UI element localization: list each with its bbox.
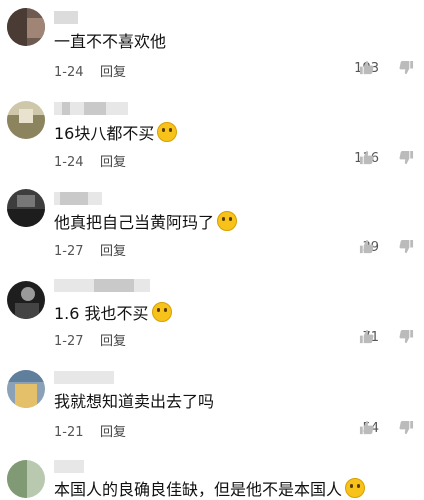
thumbs-down-icon[interactable] [399, 60, 414, 75]
avatar[interactable] [7, 460, 45, 498]
reply-button[interactable]: 回复 [100, 334, 126, 349]
comment-date: 1-27 [54, 244, 84, 259]
thumbs-down-icon[interactable] [399, 150, 414, 165]
thumbs-down-icon[interactable] [399, 329, 414, 344]
username-blurred[interactable] [54, 460, 84, 473]
comment-date: 1-24 [54, 65, 84, 80]
comment-text: 本国人的良确良佳缺，但是他不是本国人 [54, 478, 366, 500]
thumbs-up-icon[interactable] [359, 329, 374, 344]
grinning-squint-emoji-icon [157, 122, 178, 142]
reply-button[interactable]: 回复 [100, 244, 126, 259]
smirk-emoji-icon [151, 302, 172, 322]
comment-text-content: 一直不不喜欢他 [54, 32, 167, 51]
grinning-squint-emoji-icon [217, 211, 238, 231]
avatar[interactable] [7, 281, 45, 319]
thumbs-up-icon[interactable] [359, 420, 374, 435]
reply-button[interactable]: 回复 [100, 65, 126, 80]
comment-text: 他真把自己当黄阿玛了 [54, 211, 238, 233]
smile-emoji-icon [345, 478, 366, 498]
thumbs-down-icon[interactable] [399, 239, 414, 254]
comment-meta: 1-27 回复 [54, 240, 126, 259]
username-blurred[interactable] [54, 279, 150, 292]
comment-meta: 1-24 回复 [54, 61, 126, 80]
username-blurred[interactable] [54, 371, 114, 384]
thumbs-up-icon[interactable] [359, 60, 374, 75]
comment-date: 1-21 [54, 425, 84, 440]
comment-text: 我就想知道卖出去了吗 [54, 392, 214, 412]
username-blurred[interactable] [54, 192, 102, 205]
comment-meta: 1-21 回复 [54, 421, 126, 440]
comment-date: 1-27 [54, 334, 84, 349]
thumbs-up-icon[interactable] [359, 239, 374, 254]
comment-text: 1.6 我也不买 [54, 302, 172, 324]
comment-meta: 1-24 回复 [54, 151, 126, 170]
comment-text-content: 1.6 我也不买 [54, 304, 149, 323]
comment-text: 一直不不喜欢他 [54, 32, 166, 52]
comment-text: 16块八都不买 [54, 122, 178, 144]
reply-button[interactable]: 回复 [100, 425, 126, 440]
username-blurred[interactable] [54, 102, 128, 115]
comment-text-content: 本国人的良确良佳缺，但是他不是本国人 [54, 480, 343, 499]
thumbs-up-icon[interactable] [359, 150, 374, 165]
avatar[interactable] [7, 189, 45, 227]
comment-date: 1-24 [54, 155, 84, 170]
comment-text-content: 他真把自己当黄阿玛了 [54, 213, 215, 232]
avatar[interactable] [7, 101, 45, 139]
comment-text-content: 我就想知道卖出去了吗 [54, 392, 215, 411]
thumbs-down-icon[interactable] [399, 420, 414, 435]
avatar[interactable] [7, 8, 45, 46]
comment-text-content: 16块八都不买 [54, 124, 155, 143]
avatar[interactable] [7, 370, 45, 408]
reply-button[interactable]: 回复 [100, 155, 126, 170]
username-blurred[interactable] [54, 11, 78, 24]
comment-meta: 1-27 回复 [54, 330, 126, 349]
